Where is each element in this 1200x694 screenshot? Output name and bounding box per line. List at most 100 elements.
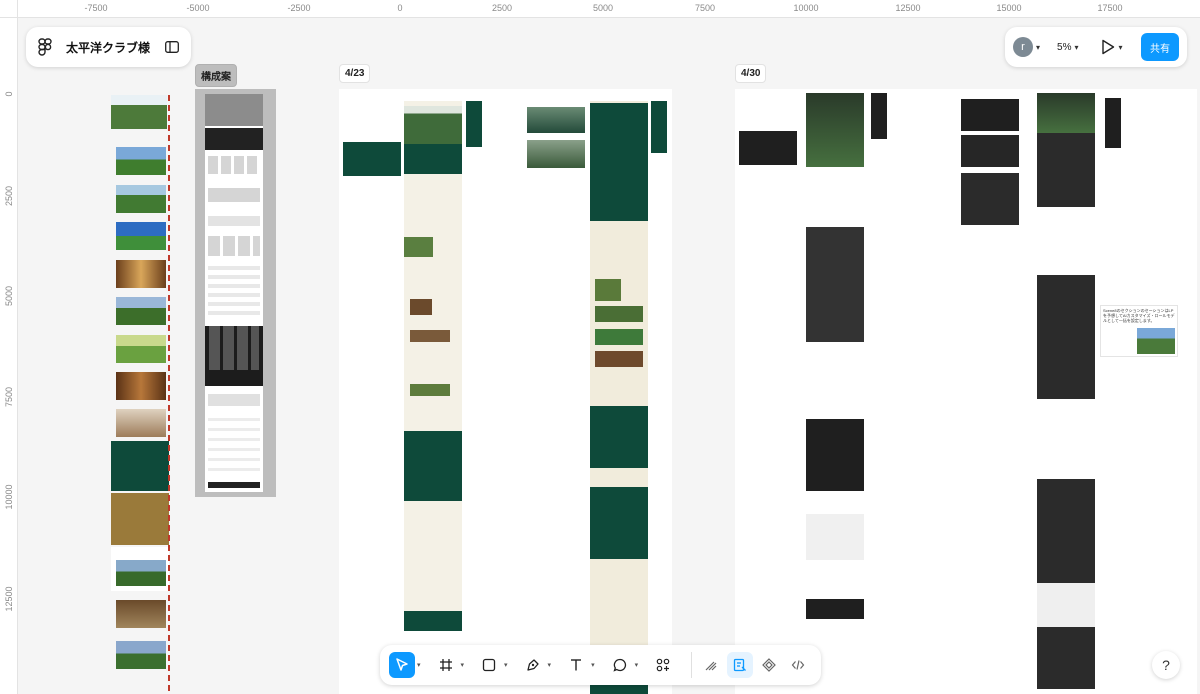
design-hero-variant[interactable] <box>527 140 585 168</box>
design-page-d-light[interactable] <box>1037 207 1095 275</box>
draw-mode[interactable] <box>698 652 723 678</box>
text-tool[interactable]: ▾ <box>560 651 598 679</box>
design-page-b-photo[interactable] <box>595 351 643 367</box>
avatar[interactable]: r <box>1013 37 1033 57</box>
frame-tool[interactable]: ▾ <box>430 651 468 679</box>
ref-image[interactable] <box>116 185 166 213</box>
ref-image[interactable] <box>116 600 166 628</box>
comment-tool[interactable]: ▾ <box>604 651 642 679</box>
ref-image[interactable] <box>116 372 166 400</box>
design-page-c-grey[interactable] <box>806 514 864 560</box>
design-page-a-photo[interactable] <box>404 237 433 257</box>
design-page-d-light[interactable] <box>1037 583 1095 627</box>
design-page-b-green3[interactable] <box>590 487 648 559</box>
ref-image[interactable] <box>116 560 166 586</box>
design-page-d-hero[interactable] <box>1037 93 1095 133</box>
dev-mode[interactable] <box>786 652 811 678</box>
ref-image[interactable] <box>116 641 166 669</box>
design-page-b-photo[interactable] <box>595 279 621 301</box>
canvas[interactable]: 構成案 4/23 4/30 Scene8のセクションのセーションはLPを予想して… <box>19 19 1200 694</box>
prototype-icon[interactable] <box>762 658 776 672</box>
chevron-down-icon[interactable]: ▾ <box>548 661 552 669</box>
design-page-a-dark[interactable] <box>404 144 462 174</box>
text-icon[interactable] <box>563 652 589 678</box>
design-section-dark[interactable] <box>961 173 1019 225</box>
actions-icon[interactable] <box>650 652 676 678</box>
ref-image[interactable] <box>116 260 166 288</box>
design-page-c-light[interactable] <box>806 346 864 414</box>
chevron-down-icon[interactable]: ▾ <box>1074 43 1078 52</box>
chevron-down-icon[interactable]: ▾ <box>635 661 639 669</box>
ref-image[interactable] <box>116 335 166 363</box>
frame-icon[interactable] <box>433 652 459 678</box>
file-name[interactable]: 太平洋クラブ様 <box>66 39 165 56</box>
design-page-a-photo[interactable] <box>410 299 432 315</box>
design-page-a-footer[interactable] <box>404 611 462 631</box>
frame-structure[interactable] <box>195 89 276 497</box>
figma-logo-icon[interactable] <box>38 38 52 56</box>
wireframe-page[interactable] <box>205 94 263 492</box>
code-icon[interactable] <box>791 658 805 672</box>
ruler-top-tick: 12500 <box>895 3 921 13</box>
chevron-down-icon[interactable]: ▾ <box>461 661 465 669</box>
share-button[interactable]: 共有 <box>1141 33 1179 61</box>
zoom-level[interactable]: 5% <box>1057 42 1071 53</box>
design-page-a[interactable] <box>404 101 462 631</box>
design-page-c-dark2[interactable] <box>806 419 864 491</box>
frame-apr30[interactable]: Scene8のセクションのセーションはLPを予想してAIカスタマイズ・ロールモデ… <box>735 89 1197 694</box>
design-page-a-photo[interactable] <box>410 384 450 396</box>
cursor-icon[interactable] <box>389 652 415 678</box>
chevron-down-icon[interactable]: ▾ <box>591 661 595 669</box>
chevron-down-icon[interactable]: ▾ <box>417 661 421 669</box>
ref-image[interactable] <box>116 409 166 437</box>
prototype-mode[interactable] <box>757 652 782 678</box>
design-section-dark[interactable] <box>961 135 1019 167</box>
ref-image[interactable] <box>111 95 167 129</box>
chevron-down-icon[interactable]: ▾ <box>504 661 508 669</box>
design-mobile-c[interactable] <box>871 93 887 139</box>
design-page-b-green[interactable] <box>590 103 648 221</box>
help-button[interactable]: ? <box>1152 651 1180 679</box>
move-tool[interactable]: ▾ <box>386 651 424 679</box>
design-banner-dark[interactable] <box>739 131 797 165</box>
design-page-a-photo[interactable] <box>410 330 450 342</box>
design-page-a-green[interactable] <box>404 431 462 501</box>
design-page-c-hero[interactable] <box>806 93 864 167</box>
design-mobile-a[interactable] <box>466 101 482 147</box>
rectangle-icon[interactable] <box>476 652 502 678</box>
frame-label-structure[interactable]: 構成案 <box>195 64 237 87</box>
pen-icon[interactable] <box>520 652 546 678</box>
design-mobile-b[interactable] <box>651 101 667 153</box>
ref-image[interactable] <box>116 147 166 175</box>
design-banner[interactable] <box>343 142 401 176</box>
ref-section-green[interactable] <box>111 441 169 491</box>
design-page-b-photo[interactable] <box>595 329 643 345</box>
design-page-c-dark[interactable] <box>806 227 864 342</box>
design-section-dark[interactable] <box>961 99 1019 131</box>
chevron-down-icon[interactable]: ▾ <box>1036 43 1040 52</box>
design-page-b-photo[interactable] <box>595 306 643 322</box>
ref-image[interactable] <box>116 297 166 325</box>
sidebar-toggle-icon[interactable] <box>165 41 179 53</box>
design-page-a-hero[interactable] <box>404 106 462 144</box>
design-icon[interactable] <box>733 658 747 672</box>
design-page-c-footer[interactable] <box>806 599 864 619</box>
frame-apr23[interactable] <box>339 89 672 694</box>
ref-image[interactable] <box>116 222 166 250</box>
pen-tool[interactable]: ▾ <box>517 651 555 679</box>
actions-tool[interactable] <box>647 651 679 679</box>
design-mobile-d[interactable] <box>1105 98 1121 148</box>
ref-section-gold[interactable] <box>111 493 169 545</box>
chevron-down-icon[interactable]: ▾ <box>1118 43 1122 52</box>
design-page-d-light[interactable] <box>1037 399 1095 479</box>
shape-tool[interactable]: ▾ <box>473 651 511 679</box>
design-page-b-green2[interactable] <box>590 406 648 468</box>
frame-label-apr30[interactable]: 4/30 <box>735 64 767 83</box>
design-hero-variant[interactable] <box>527 107 585 133</box>
play-icon[interactable] <box>1101 39 1115 55</box>
comment-icon[interactable] <box>607 652 633 678</box>
design-note-card[interactable]: Scene8のセクションのセーションはLPを予想してAIカスタマイズ・ロールモデ… <box>1100 305 1178 357</box>
draw-icon[interactable] <box>704 658 718 672</box>
frame-label-apr23[interactable]: 4/23 <box>339 64 371 83</box>
design-mode[interactable] <box>727 652 753 678</box>
